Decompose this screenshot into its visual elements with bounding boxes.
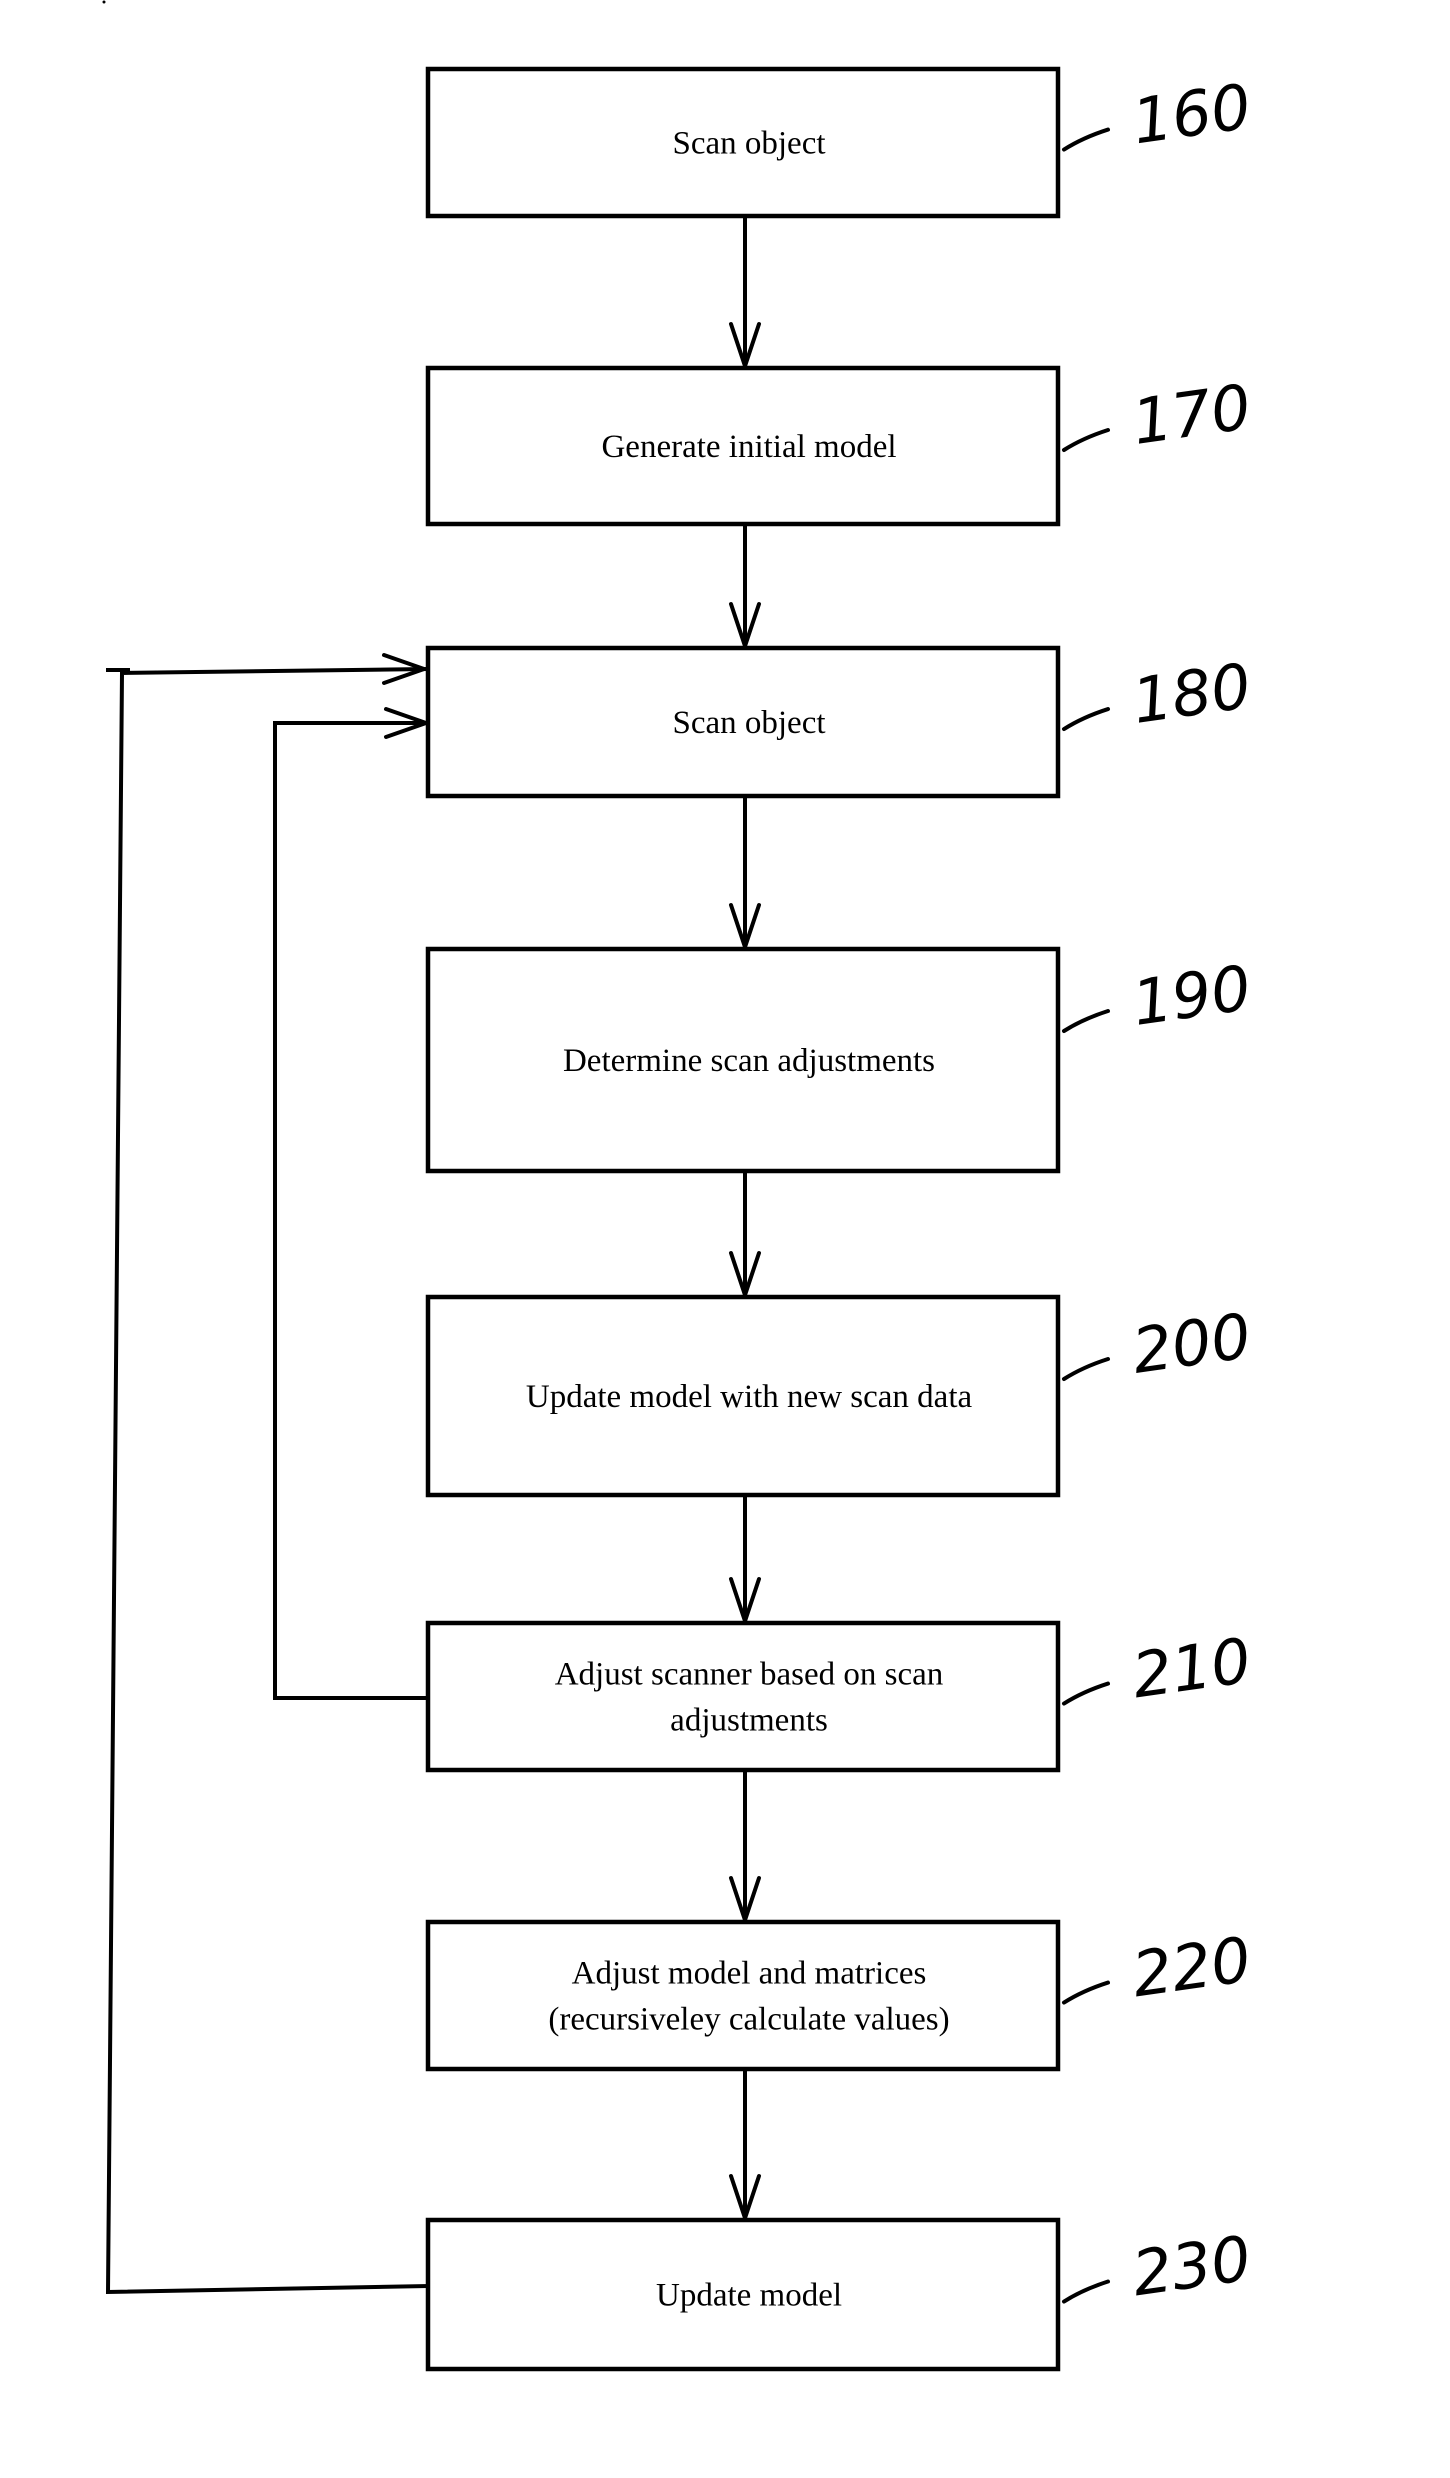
- edge-170-to-180: [729, 522, 761, 653]
- reference-label-170: 170: [1062, 370, 1255, 459]
- step-box-160: Scan object: [425, 66, 1061, 219]
- step-text: Determine scan adjustments: [563, 1043, 935, 1079]
- leader-line: [1062, 127, 1110, 152]
- step-box-210: Adjust scanner based on scan adjustments: [425, 1620, 1061, 1773]
- edge-220-to-230: [729, 2067, 761, 2225]
- edge-210-to-180: [273, 707, 433, 1700]
- reference-label-210: 210: [1062, 1624, 1255, 1713]
- leader-line: [1062, 1681, 1110, 1706]
- step-box-outline: [425, 1620, 1061, 1773]
- edge-190-to-200: [729, 1169, 761, 1302]
- leader-line: [1062, 428, 1110, 452]
- step-box-outline: [425, 1919, 1061, 2072]
- reference-label-230: 230: [1062, 2222, 1255, 2311]
- reference-numeral: 210: [1128, 1624, 1255, 1713]
- flowchart: Scan object Generate initial model Scan ob…: [102, 0, 1255, 2372]
- leader-line: [1062, 1009, 1110, 1033]
- reference-label-160: 160: [1062, 70, 1255, 159]
- leader-line: [1062, 707, 1110, 732]
- feedback-line-outer: [105, 666, 431, 2295]
- reference-label-190: 190: [1062, 951, 1255, 1040]
- reference-numeral: 230: [1128, 2222, 1255, 2311]
- step-text: Update model: [656, 2278, 842, 2314]
- reference-label-220: 220: [1062, 1923, 1255, 2012]
- reference-numeral: 180: [1128, 649, 1255, 738]
- step-box-190: Determine scan adjustments: [425, 946, 1061, 1174]
- reference-label-200: 200: [1062, 1299, 1255, 1388]
- reference-numeral: 220: [1128, 1923, 1255, 2012]
- step-box-230: Update model: [425, 2217, 1061, 2372]
- step-text: (recursiveley calculate values): [548, 2002, 949, 2038]
- step-text: Adjust scanner based on scan: [555, 1657, 944, 1693]
- edge-160-to-170: [729, 214, 761, 373]
- leader-line: [1062, 1980, 1110, 2005]
- step-text: Generate initial model: [601, 429, 896, 465]
- edge-230-to-180: [105, 653, 431, 2295]
- step-text: Update model with new scan data: [526, 1379, 973, 1415]
- step-box-180: Scan object: [425, 645, 1061, 799]
- reference-label-180: 180: [1062, 649, 1255, 738]
- reference-numeral: 200: [1128, 1299, 1255, 1388]
- step-text: Scan object: [672, 705, 825, 741]
- reference-labels-layer: 160 170 180 190 200 210 220 230: [1062, 70, 1255, 2311]
- step-box-200: Update model with new scan data: [425, 1294, 1061, 1498]
- leader-line: [1062, 1357, 1110, 1381]
- edge-210-to-220: [729, 1768, 761, 1927]
- leader-line: [1062, 2279, 1110, 2304]
- reference-numeral: 170: [1128, 370, 1255, 459]
- scan-speck: [102, 0, 106, 4]
- step-text: Scan object: [672, 126, 825, 162]
- step-box-220: Adjust model and matrices (recursiveley c…: [425, 1919, 1061, 2072]
- step-text: adjustments: [670, 1703, 828, 1739]
- reference-numeral: 160: [1128, 70, 1255, 159]
- step-box-170: Generate initial model: [425, 365, 1061, 527]
- edge-180-to-190: [729, 794, 761, 954]
- feedback-line-inner: [273, 721, 430, 1700]
- step-text: Adjust model and matrices: [572, 1956, 927, 1992]
- edge-200-to-210: [729, 1493, 761, 1628]
- reference-numeral: 190: [1128, 951, 1255, 1040]
